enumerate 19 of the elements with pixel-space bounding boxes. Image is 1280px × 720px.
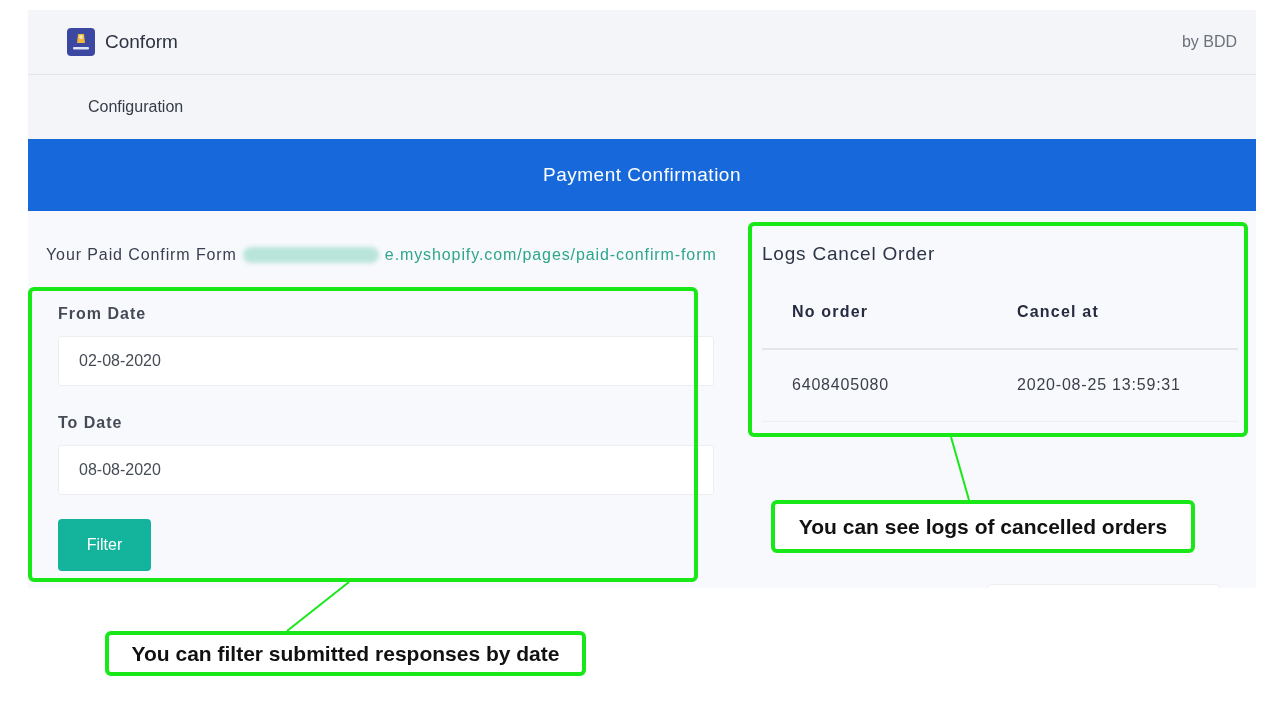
card-title: Logs Cancel Order (762, 242, 937, 266)
table-cell: 2020-08-25 13:59:31 (987, 349, 1238, 421)
connector-line (287, 582, 349, 631)
column-header: No order (762, 276, 987, 349)
date-input[interactable]: 08-08-2020 (58, 445, 714, 495)
annotation-callout: You can filter submitted responses by date (105, 631, 586, 676)
column-header: Cancel at (987, 276, 1238, 349)
vendor-label: by BDD (1181, 33, 1237, 51)
table-cell: 6408405080 (762, 349, 987, 421)
nav-link[interactable]: Configuration (88, 98, 184, 116)
connector-line (951, 437, 969, 500)
date-input[interactable]: 02-08-2020 (58, 336, 714, 386)
annotation-callout: You can see logs of cancelled orders (771, 500, 1195, 553)
field-label: To Date (58, 413, 123, 433)
form-link-label: Your Paid Confirm Form (46, 246, 237, 264)
field-label: From Date (58, 304, 147, 324)
app-logo-icon (67, 28, 95, 56)
app-name: Conform (105, 31, 178, 53)
page-banner: Payment Confirmation (28, 139, 1256, 211)
